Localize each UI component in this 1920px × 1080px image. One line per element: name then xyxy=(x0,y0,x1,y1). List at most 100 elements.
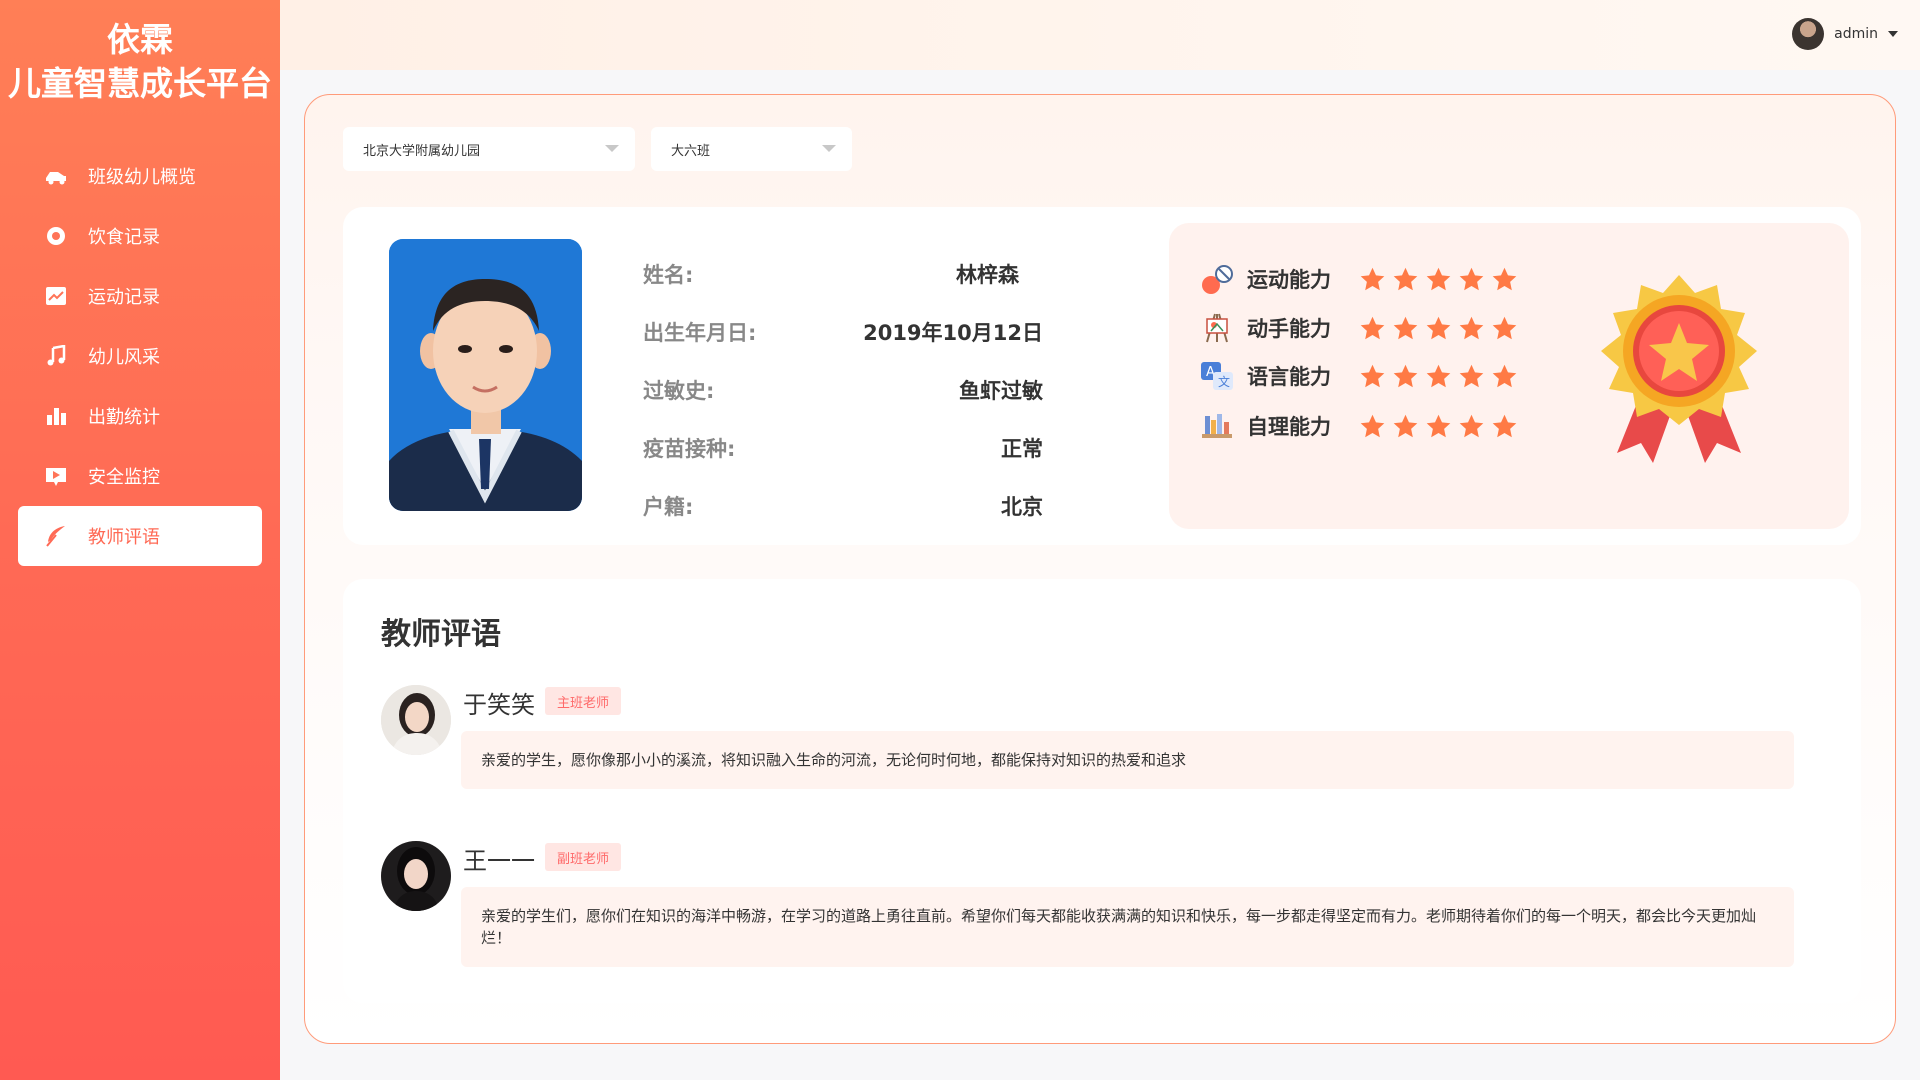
star-icon xyxy=(1492,267,1517,290)
sidebar-item-teacher-comments[interactable]: 教师评语 xyxy=(18,506,262,566)
star-icon xyxy=(1492,364,1517,387)
ability-name: 运动能力 xyxy=(1247,268,1331,292)
sidebar-item-security[interactable]: 安全监控 xyxy=(18,446,262,506)
rating-stars xyxy=(1359,315,1518,342)
role-badge: 副班老师 xyxy=(545,843,622,871)
ability-name: 语言能力 xyxy=(1247,365,1331,389)
bookshelf-icon xyxy=(1199,408,1235,444)
translate-icon: A文 xyxy=(1199,358,1235,394)
star-icon xyxy=(1426,316,1451,339)
star-icon xyxy=(1426,364,1451,387)
sidebar-item-label: 教师评语 xyxy=(88,527,160,548)
star-icon xyxy=(1492,414,1517,437)
star-icon xyxy=(1459,316,1484,339)
teacher-comments-card: 教师评语 于笑笑 主班老师 亲爱的学生，愿你像那小小的溪流，将知识融入生命的河流… xyxy=(343,579,1861,1003)
star-icon xyxy=(1426,267,1451,290)
sidebar: 依霖 儿童智慧成长平台 班级幼儿概览 饮食记录 运动记录 幼儿风采 出勤统计 安… xyxy=(0,0,280,1080)
ability-row: A文 语言能力 xyxy=(1199,356,1518,396)
teacher-avatar xyxy=(381,841,451,911)
sidebar-item-label: 运动记录 xyxy=(88,287,160,308)
child-fields: 姓名: 林梓森 出生年月日: 2019年10月12日 过敏史: 鱼虾过敏 疫苗接… xyxy=(643,245,1043,535)
star-icon xyxy=(1426,414,1451,437)
class-select[interactable]: 大六班 xyxy=(651,127,852,171)
teacher-name: 于笑笑 xyxy=(463,691,535,719)
ability-panel: 运动能力 动手能力 A文 语言能力 自理能力 xyxy=(1169,223,1849,529)
field-value: 鱼虾过敏 xyxy=(959,379,1043,403)
role-badge: 主班老师 xyxy=(545,687,622,715)
chevron-down-icon xyxy=(605,145,619,152)
top-bar: admin xyxy=(280,0,1920,70)
user-menu[interactable]: admin xyxy=(1792,18,1898,50)
ability-row: 自理能力 xyxy=(1199,406,1518,446)
bar-chart-icon xyxy=(44,404,68,428)
ability-row: 运动能力 xyxy=(1199,259,1518,299)
avatar xyxy=(1792,18,1825,50)
school-select[interactable]: 北京大学附属幼儿园 xyxy=(343,127,635,171)
teacher-name: 王一一 xyxy=(463,847,535,875)
field-vaccine: 疫苗接种: 正常 xyxy=(643,419,1043,477)
sidebar-item-attendance[interactable]: 出勤统计 xyxy=(18,386,262,446)
sidebar-item-diet[interactable]: 饮食记录 xyxy=(18,206,262,266)
field-label: 户籍: xyxy=(643,495,694,519)
svg-text:文: 文 xyxy=(1218,374,1230,389)
teacher-avatar xyxy=(381,685,451,755)
sidebar-item-exercise[interactable]: 运动记录 xyxy=(18,266,262,326)
brand: 依霖 儿童智慧成长平台 xyxy=(0,0,280,106)
star-icon xyxy=(1459,267,1484,290)
child-info-card: 姓名: 林梓森 出生年月日: 2019年10月12日 过敏史: 鱼虾过敏 疫苗接… xyxy=(343,207,1861,545)
ability-name: 自理能力 xyxy=(1247,415,1331,439)
brand-name: 依霖 xyxy=(107,20,173,59)
star-icon xyxy=(1360,414,1385,437)
field-label: 过敏史: xyxy=(643,379,715,403)
child-photo xyxy=(389,239,582,511)
star-icon xyxy=(1393,316,1418,339)
star-icon xyxy=(1393,364,1418,387)
rating-stars xyxy=(1359,266,1518,293)
chevron-down-icon xyxy=(822,145,836,152)
sidebar-item-label: 班级幼儿概览 xyxy=(88,167,196,188)
sidebar-item-label: 出勤统计 xyxy=(88,407,160,428)
easel-icon xyxy=(1199,310,1235,346)
star-icon xyxy=(1459,364,1484,387)
sidebar-item-label: 饮食记录 xyxy=(88,227,160,248)
car-icon xyxy=(44,164,68,188)
field-value: 北京 xyxy=(1001,495,1043,519)
music-note-icon xyxy=(44,344,68,368)
star-icon xyxy=(1459,414,1484,437)
main-panel: 北京大学附属幼儿园 大六班 姓名: 林梓森 出生年月日: 2019年10月12日… xyxy=(304,94,1896,1044)
field-allergy: 过敏史: 鱼虾过敏 xyxy=(643,361,1043,419)
field-name: 姓名: 林梓森 xyxy=(643,245,1043,303)
field-hukou: 户籍: 北京 xyxy=(643,477,1043,535)
sidebar-item-overview[interactable]: 班级幼儿概览 xyxy=(18,146,262,206)
medal-icon xyxy=(1589,273,1769,473)
chevron-down-icon xyxy=(1888,31,1898,37)
field-label: 出生年月日: xyxy=(643,321,757,345)
field-label: 疫苗接种: xyxy=(643,437,736,461)
field-value: 2019年10月12日 xyxy=(863,321,1043,345)
section-title: 教师评语 xyxy=(381,617,501,652)
field-value: 正常 xyxy=(1001,437,1043,461)
rating-stars xyxy=(1359,363,1518,390)
trend-chart-icon xyxy=(44,284,68,308)
ability-name: 动手能力 xyxy=(1247,317,1331,341)
star-icon xyxy=(1360,316,1385,339)
rating-stars xyxy=(1359,413,1518,440)
star-icon xyxy=(1360,364,1385,387)
star-icon xyxy=(1393,267,1418,290)
ability-row: 动手能力 xyxy=(1199,308,1518,348)
sports-icon xyxy=(1199,261,1235,297)
comment-text: 亲爱的学生，愿你像那小小的溪流，将知识融入生命的河流，无论何时何地，都能保持对知… xyxy=(461,731,1794,789)
star-icon xyxy=(1360,267,1385,290)
sidebar-item-gallery[interactable]: 幼儿风采 xyxy=(18,326,262,386)
comment-text: 亲爱的学生们，愿你们在知识的海洋中畅游，在学习的道路上勇往直前。希望你们每天都能… xyxy=(461,887,1794,967)
sidebar-menu: 班级幼儿概览 饮食记录 运动记录 幼儿风采 出勤统计 安全监控 教师评语 xyxy=(0,146,280,566)
class-select-value: 大六班 xyxy=(671,143,711,159)
star-icon xyxy=(1492,316,1517,339)
video-play-icon xyxy=(44,464,68,488)
field-label: 姓名: xyxy=(643,263,694,287)
brand-subtitle: 儿童智慧成长平台 xyxy=(8,64,272,103)
username: admin xyxy=(1834,26,1878,42)
school-select-value: 北京大学附属幼儿园 xyxy=(363,143,481,159)
field-value: 林梓森 xyxy=(956,263,1019,287)
circle-record-icon xyxy=(44,224,68,248)
